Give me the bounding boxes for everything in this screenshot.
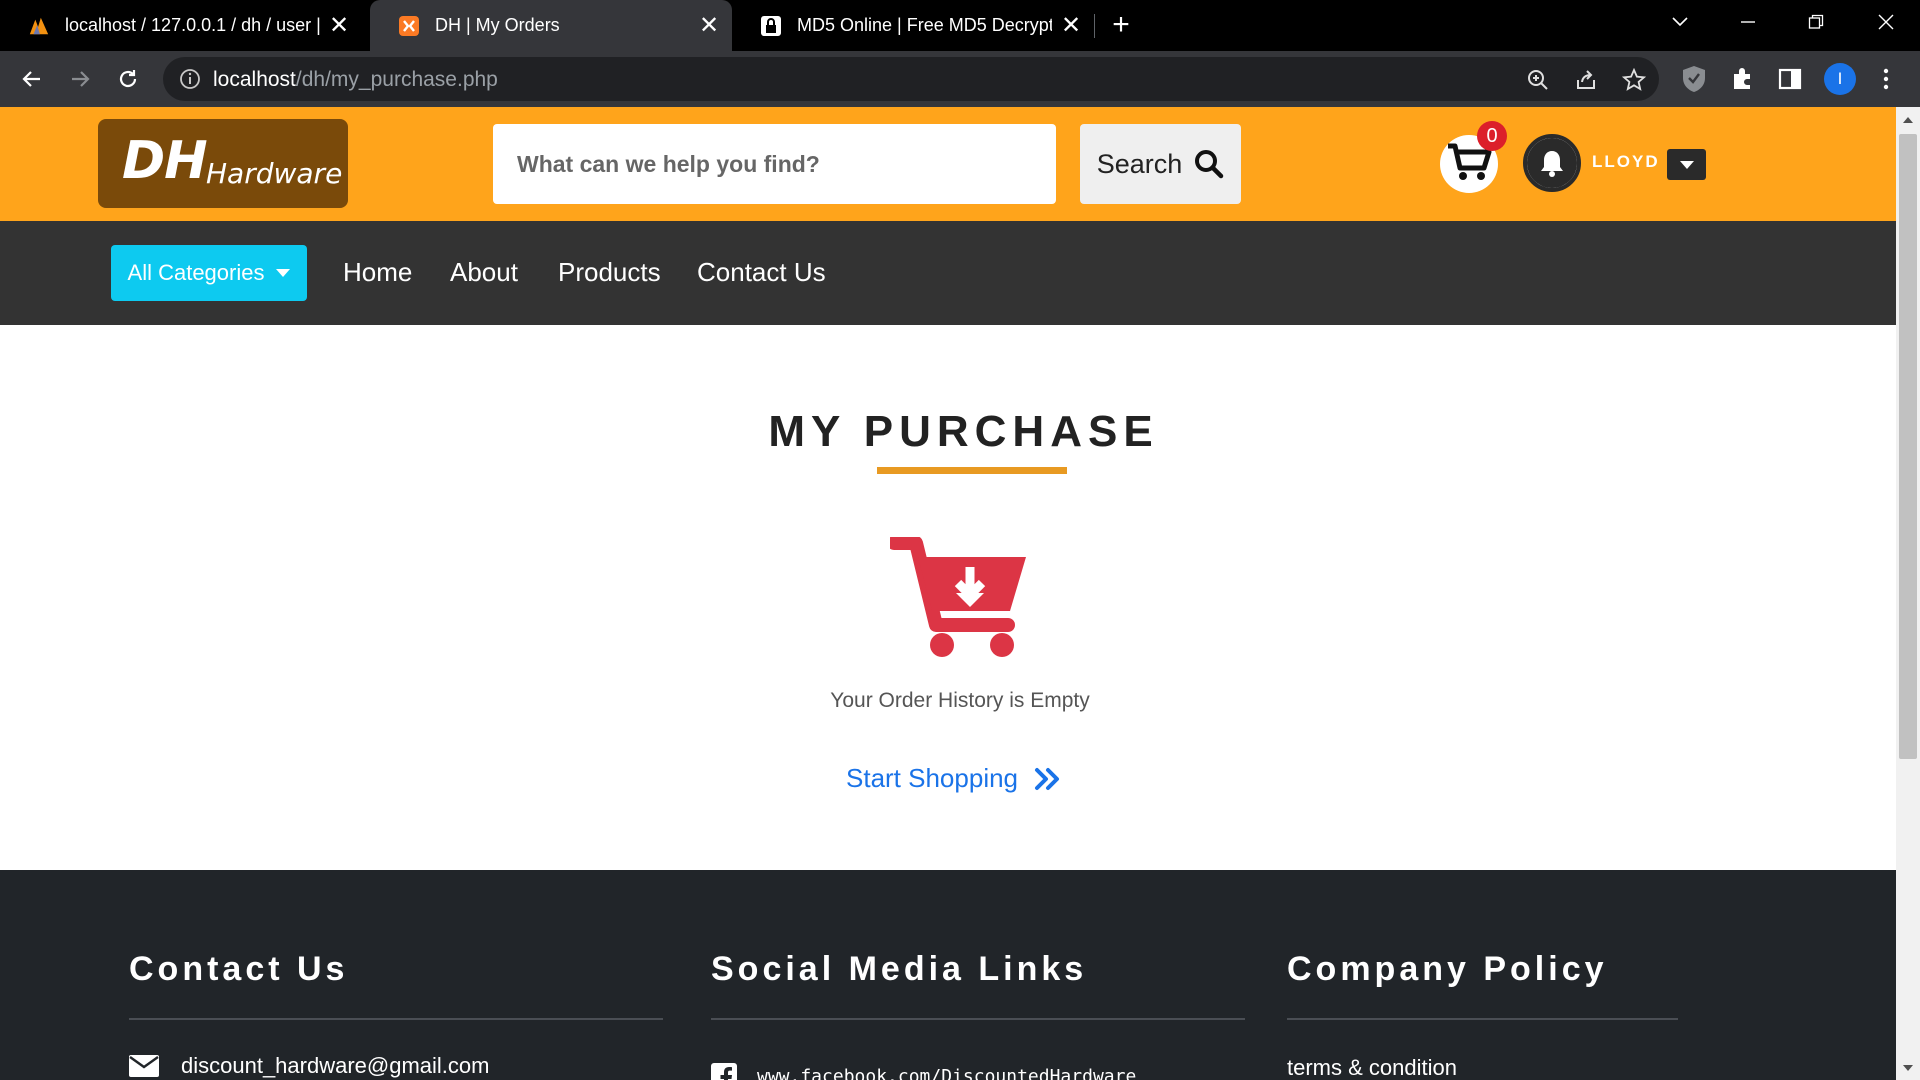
cart-count-badge: 0 xyxy=(1477,121,1507,151)
minimize-icon[interactable] xyxy=(1718,0,1778,44)
phpmyadmin-icon xyxy=(28,15,50,37)
bookmark-star-icon[interactable] xyxy=(1621,67,1647,93)
tab-separator xyxy=(1094,14,1095,38)
footer-divider xyxy=(129,1018,663,1020)
profile-avatar[interactable]: I xyxy=(1824,63,1856,95)
notifications-button[interactable] xyxy=(1523,134,1581,192)
close-icon[interactable]: ✕ xyxy=(698,13,720,37)
url-text: localhost/dh/my_purchase.php xyxy=(213,68,498,92)
lock-icon xyxy=(760,15,782,37)
tab-phpmyadmin[interactable]: localhost / 127.0.0.1 / dh / user | ✕ xyxy=(0,0,362,51)
title-underline xyxy=(877,467,1067,474)
browser-toolbar: localhost/dh/my_purchase.php xyxy=(0,51,1920,107)
tab-search-icon[interactable] xyxy=(1650,0,1710,44)
share-icon[interactable] xyxy=(1573,67,1599,93)
logo-primary: DH xyxy=(122,131,208,191)
footer-divider xyxy=(1287,1018,1678,1020)
site-footer: Contact Us Social Media Links Company Po… xyxy=(0,870,1896,1080)
cart-download-icon xyxy=(887,536,1030,662)
url-host: localhost xyxy=(213,68,296,91)
tab-title: MD5 Online | Free MD5 Decryptio xyxy=(797,15,1052,35)
caret-down-icon xyxy=(276,269,291,277)
username-label[interactable]: LLOYD xyxy=(1592,152,1660,172)
zoom-icon[interactable] xyxy=(1525,67,1551,93)
reload-icon[interactable] xyxy=(110,61,146,97)
window-close-icon[interactable] xyxy=(1856,0,1916,44)
site-header: DH Hardware Search 0 LLOYD xyxy=(0,107,1896,221)
caret-down-icon xyxy=(1679,156,1694,174)
close-icon[interactable]: ✕ xyxy=(1060,13,1082,37)
start-shopping-label: Start Shopping xyxy=(846,763,1019,793)
facebook-icon xyxy=(711,1063,737,1080)
search-icon xyxy=(1194,149,1224,179)
search-button-label: Search xyxy=(1096,148,1183,179)
nav-link-products[interactable]: Products xyxy=(558,257,661,288)
close-icon[interactable]: ✕ xyxy=(328,13,350,37)
footer-contact-heading: Contact Us xyxy=(129,950,349,988)
extensions-puzzle-icon[interactable] xyxy=(1729,65,1757,93)
start-shopping-link[interactable]: Start Shopping xyxy=(846,763,1062,794)
footer-email[interactable]: discount_hardware@gmail.com xyxy=(181,1053,489,1079)
footer-facebook-link[interactable]: www.facebook.com/DiscountedHardware xyxy=(757,1066,1136,1080)
url-path: /dh/my_purchase.php xyxy=(295,68,498,91)
user-dropdown-toggle[interactable] xyxy=(1667,149,1706,180)
page-title: MY PURCHASE xyxy=(768,407,1159,456)
footer-facebook-row: www.facebook.com/DiscountedHardware xyxy=(711,1063,1136,1080)
terms-link[interactable]: terms & condition xyxy=(1287,1055,1457,1080)
empty-order-message: Your Order History is Empty xyxy=(830,689,1090,712)
scroll-up-icon[interactable] xyxy=(1900,112,1916,128)
nav-link-contact-us[interactable]: Contact Us xyxy=(697,257,826,288)
web-page: DH Hardware Search 0 LLOYD xyxy=(0,107,1896,1080)
scrollbar-thumb[interactable] xyxy=(1899,134,1917,759)
tab-title: DH | My Orders xyxy=(435,15,560,35)
footer-policy-row: terms & condition xyxy=(1287,1055,1457,1080)
site-info-icon[interactable] xyxy=(179,68,201,90)
all-categories-dropdown[interactable]: All Categories xyxy=(111,245,307,301)
restore-icon[interactable] xyxy=(1786,0,1846,44)
search-button[interactable]: Search xyxy=(1080,124,1241,204)
nav-link-home[interactable]: Home xyxy=(343,257,412,288)
menu-kebab-icon[interactable] xyxy=(1872,65,1900,93)
footer-divider xyxy=(711,1018,1245,1020)
footer-email-row: discount_hardware@gmail.com xyxy=(129,1053,489,1079)
search-input[interactable] xyxy=(493,124,1056,204)
double-chevron-right-icon xyxy=(1034,767,1062,791)
footer-social-heading: Social Media Links xyxy=(711,950,1088,988)
screen: localhost / 127.0.0.1 / dh / user | ✕ DH… xyxy=(0,0,1920,1080)
envelope-icon xyxy=(129,1055,159,1077)
browser-tab-strip: localhost / 127.0.0.1 / dh / user | ✕ DH… xyxy=(0,0,1920,51)
site-logo[interactable]: DH Hardware xyxy=(98,119,348,208)
categories-label: All Categories xyxy=(127,260,265,285)
back-icon[interactable] xyxy=(14,61,50,97)
main-navigation: All Categories Home About Products Conta… xyxy=(0,221,1896,325)
side-panel-icon[interactable] xyxy=(1776,65,1804,93)
forward-icon[interactable] xyxy=(62,61,98,97)
new-tab-button[interactable]: + xyxy=(1103,10,1139,42)
address-bar[interactable]: localhost/dh/my_purchase.php xyxy=(163,57,1659,101)
bell-icon xyxy=(1527,138,1577,188)
shield-extension-icon[interactable] xyxy=(1680,65,1708,93)
footer-policy-heading: Company Policy xyxy=(1287,950,1608,988)
xampp-icon xyxy=(398,15,420,37)
logo-secondary: Hardware xyxy=(206,157,343,190)
tab-md5-online[interactable]: MD5 Online | Free MD5 Decryptio ✕ xyxy=(732,0,1094,51)
tab-title: localhost / 127.0.0.1 / dh / user | xyxy=(65,15,320,35)
scroll-down-icon[interactable] xyxy=(1900,1060,1916,1076)
tab-my-orders[interactable]: DH | My Orders ✕ xyxy=(370,0,732,51)
nav-link-about[interactable]: About xyxy=(450,257,518,288)
